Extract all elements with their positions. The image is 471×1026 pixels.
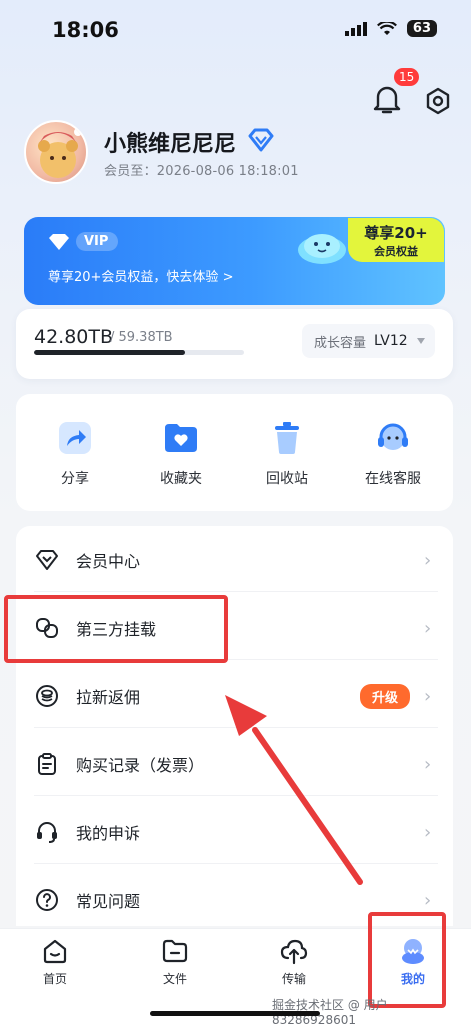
- divider: [34, 591, 438, 592]
- gear-icon: [426, 87, 450, 115]
- coin-icon: [34, 683, 60, 709]
- vip-badge: VIP: [48, 232, 119, 251]
- storage-total: / 59.38TB: [110, 330, 173, 345]
- tab-label: 传输: [281, 972, 306, 986]
- quick-action-label: 分享: [61, 471, 89, 487]
- status-icons: 63: [344, 20, 437, 37]
- chevron-right-icon: ›: [424, 821, 432, 843]
- dropdown-triangle-icon: [416, 338, 425, 344]
- quick-action-share[interactable]: 分享: [30, 418, 120, 488]
- cloud-upload-icon: [279, 936, 309, 966]
- trash-icon: [267, 418, 307, 458]
- menu-item-label: 常见问题: [76, 892, 141, 911]
- quick-action-label: 收藏夹: [160, 471, 202, 487]
- quick-action-customer-service[interactable]: 在线客服: [348, 418, 438, 488]
- home-indicator: [150, 1011, 320, 1016]
- chevron-right-icon: ›: [424, 753, 432, 775]
- username: 小熊维尼尼尼: [104, 132, 237, 157]
- quick-action-favorites[interactable]: 收藏夹: [136, 418, 226, 488]
- avatar-bear-icon: [38, 128, 82, 178]
- wifi-icon: [376, 21, 397, 35]
- membership-expiry: 会员至：2026-08-06 18:18:01: [104, 164, 299, 179]
- notification-count-badge: 15: [394, 68, 420, 86]
- quick-action-label: 在线客服: [365, 471, 421, 487]
- growth-capacity-button[interactable]: 成长容量 LV12: [302, 324, 435, 358]
- clipboard-icon: [34, 751, 60, 777]
- tab-home[interactable]: 首页: [20, 936, 90, 987]
- chevron-right-icon: ›: [424, 617, 432, 639]
- highlight-box-third-party-mount: [4, 595, 228, 663]
- mascot-icon: [292, 222, 352, 266]
- settings-button[interactable]: [423, 86, 453, 116]
- annotation-arrow-icon: [225, 695, 363, 885]
- vip-subtitle-link[interactable]: 尊享20+会员权益，快去体验 >: [48, 266, 233, 285]
- storage-progress-fill: [34, 350, 186, 355]
- avatar[interactable]: [24, 120, 88, 184]
- vip-tag-subtitle: 会员权益: [374, 245, 418, 258]
- vip-label: VIP: [76, 232, 119, 251]
- tab-label: 首页: [42, 972, 67, 986]
- storage-progress-bar: [34, 350, 244, 355]
- quick-action-label: 回收站: [266, 471, 308, 487]
- notification-bell-button[interactable]: [372, 82, 402, 116]
- growth-level: LV12: [374, 333, 408, 349]
- status-time: 18:06: [52, 18, 119, 42]
- tab-label: 文件: [162, 972, 187, 986]
- bell-icon: [373, 86, 401, 114]
- vip-diamond-icon: [248, 128, 274, 156]
- tab-transfer[interactable]: 传输: [259, 936, 329, 987]
- tab-files[interactable]: 文件: [140, 936, 210, 987]
- question-icon: [34, 887, 60, 913]
- share-icon: [55, 418, 95, 458]
- signal-icon: [344, 21, 367, 36]
- storage-used: 42.80TB: [34, 326, 114, 348]
- menu-item-membership-center[interactable]: 会员中心 ›: [34, 542, 438, 578]
- battery-indicator: 63: [406, 20, 437, 37]
- favorites-folder-icon: [161, 418, 201, 458]
- chevron-right-icon: ›: [424, 685, 432, 707]
- home-icon: [40, 936, 70, 966]
- quick-action-recycle-bin[interactable]: 回收站: [242, 418, 332, 488]
- vip-diamond-logo-icon: [49, 233, 69, 250]
- highlight-box-profile-tab: [368, 912, 446, 1008]
- folder-icon: [160, 936, 190, 966]
- growth-capacity-label: 成长容量: [314, 335, 367, 351]
- headset-icon: [373, 418, 413, 458]
- chevron-right-icon: ›: [424, 889, 432, 911]
- menu-item-label: 会员中心: [76, 552, 141, 571]
- headphone-icon: [34, 819, 60, 845]
- vip-benefits-tag: 尊享20+ 会员权益: [348, 218, 444, 262]
- vip-tag-title: 尊享20+: [364, 224, 428, 242]
- diamond-icon: [34, 547, 60, 573]
- chevron-right-icon: ›: [424, 549, 432, 571]
